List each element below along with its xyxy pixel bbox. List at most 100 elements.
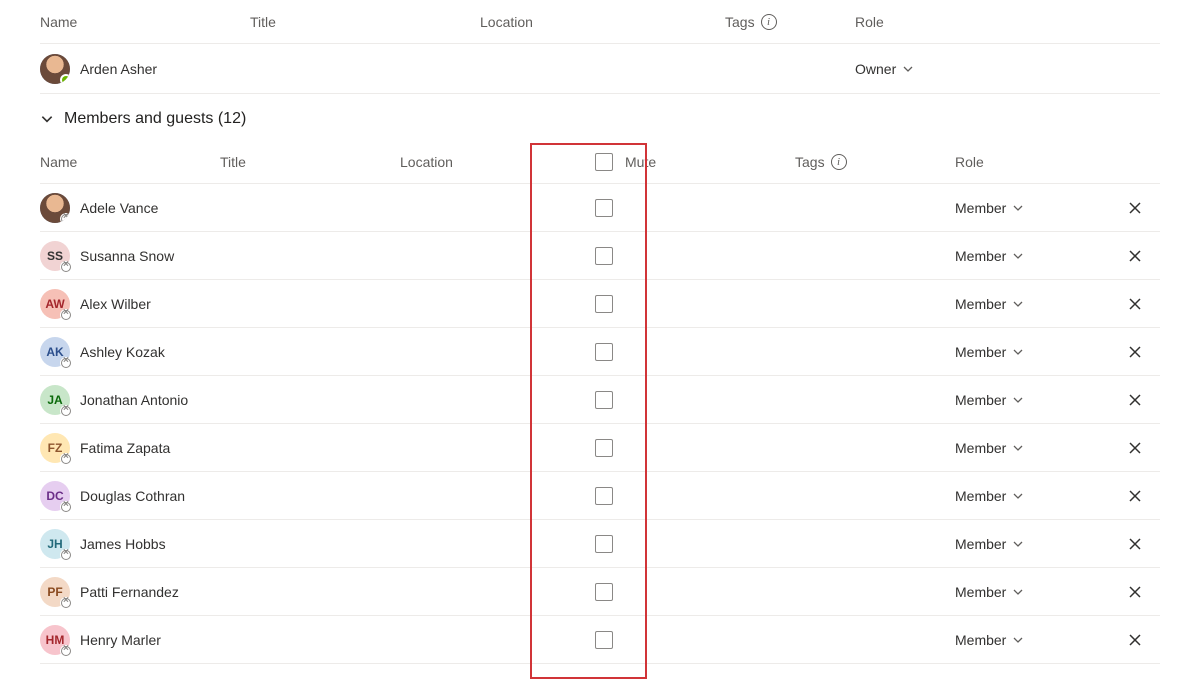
column-header-name[interactable]: Name xyxy=(40,14,250,30)
mute-checkbox[interactable] xyxy=(595,247,613,265)
chevron-down-icon xyxy=(1012,586,1024,598)
column-header-role[interactable]: Role xyxy=(955,154,1115,170)
remove-member-button[interactable] xyxy=(1127,440,1143,456)
role-dropdown[interactable]: Member xyxy=(955,536,1024,552)
role-value: Member xyxy=(955,344,1006,360)
presence-available-icon xyxy=(60,74,70,84)
role-dropdown[interactable]: Member xyxy=(955,248,1024,264)
remove-member-button[interactable] xyxy=(1127,536,1143,552)
role-dropdown[interactable]: Member xyxy=(955,296,1024,312)
info-icon[interactable]: i xyxy=(831,154,847,170)
mute-checkbox[interactable] xyxy=(595,583,613,601)
remove-member-button[interactable] xyxy=(1127,584,1143,600)
table-row: SS Susanna Snow Member xyxy=(40,232,1160,280)
table-row: DCDouglas CothranMember xyxy=(40,472,1160,520)
avatar xyxy=(40,193,70,223)
presence-offline-icon xyxy=(60,405,72,417)
mute-all-checkbox[interactable] xyxy=(595,153,613,171)
role-dropdown[interactable]: Member xyxy=(955,200,1024,216)
table-row: AW Alex Wilber Member xyxy=(40,280,1160,328)
presence-offline-icon xyxy=(60,261,72,273)
remove-member-button[interactable] xyxy=(1127,632,1143,648)
role-value: Member xyxy=(955,392,1006,408)
role-value: Member xyxy=(955,296,1006,312)
remove-member-button[interactable] xyxy=(1127,200,1143,216)
remove-member-button[interactable] xyxy=(1127,488,1143,504)
table-row: HMHenry MarlerMember xyxy=(40,616,1160,664)
mute-checkbox[interactable] xyxy=(595,199,613,217)
column-header-tags[interactable]: Tags i xyxy=(725,14,855,30)
column-header-tags-label: Tags xyxy=(725,14,755,30)
owners-header-row: Name Title Location Tags i Role xyxy=(40,0,1160,44)
chevron-down-icon xyxy=(1012,394,1024,406)
mute-checkbox[interactable] xyxy=(595,295,613,313)
column-header-title[interactable]: Title xyxy=(250,14,480,30)
chevron-down-icon xyxy=(902,63,914,75)
chevron-down-icon xyxy=(1012,202,1024,214)
members-section-label: Members and guests (12) xyxy=(64,110,246,128)
mute-checkbox[interactable] xyxy=(595,343,613,361)
mute-checkbox[interactable] xyxy=(595,439,613,457)
role-dropdown[interactable]: Member xyxy=(955,584,1024,600)
presence-offline-icon xyxy=(60,597,72,609)
role-value: Member xyxy=(955,488,1006,504)
members-header-row: Name Title Location Mute Tags i Role xyxy=(40,140,1160,184)
role-dropdown[interactable]: Member xyxy=(955,344,1024,360)
column-header-title[interactable]: Title xyxy=(220,154,400,170)
avatar: JH xyxy=(40,529,70,559)
role-dropdown[interactable]: Member xyxy=(955,632,1024,648)
presence-offline-icon xyxy=(60,501,72,513)
table-row: Adele Vance Member xyxy=(40,184,1160,232)
member-name: Ashley Kozak xyxy=(80,344,165,360)
avatar: AK xyxy=(40,337,70,367)
owner-row: Arden Asher Owner xyxy=(40,44,1160,94)
column-header-tags[interactable]: Tags i xyxy=(795,154,955,170)
role-dropdown[interactable]: Owner xyxy=(855,61,914,77)
table-row: PFPatti FernandezMember xyxy=(40,568,1160,616)
member-name: Jonathan Antonio xyxy=(80,392,188,408)
mute-checkbox[interactable] xyxy=(595,391,613,409)
members-section-toggle[interactable]: Members and guests (12) xyxy=(40,94,1160,140)
chevron-down-icon xyxy=(1012,346,1024,358)
member-name: Henry Marler xyxy=(80,632,161,648)
role-dropdown[interactable]: Member xyxy=(955,488,1024,504)
role-dropdown[interactable]: Member xyxy=(955,440,1024,456)
column-header-tags-label: Tags xyxy=(795,154,825,170)
presence-offline-icon xyxy=(60,549,72,561)
remove-member-button[interactable] xyxy=(1127,392,1143,408)
avatar: FZ xyxy=(40,433,70,463)
table-row: AK Ashley Kozak Member xyxy=(40,328,1160,376)
table-row: JHJames HobbsMember xyxy=(40,520,1160,568)
member-name: Fatima Zapata xyxy=(80,440,170,456)
presence-offline-icon xyxy=(60,645,72,657)
avatar: SS xyxy=(40,241,70,271)
owner-name: Arden Asher xyxy=(80,61,157,77)
remove-member-button[interactable] xyxy=(1127,248,1143,264)
mute-checkbox[interactable] xyxy=(595,487,613,505)
remove-member-button[interactable] xyxy=(1127,344,1143,360)
member-name: Alex Wilber xyxy=(80,296,151,312)
table-row: JA Jonathan Antonio Member xyxy=(40,376,1160,424)
member-name: Adele Vance xyxy=(80,200,158,216)
presence-offline-icon xyxy=(60,453,72,465)
role-value: Member xyxy=(955,200,1006,216)
chevron-down-icon xyxy=(1012,298,1024,310)
avatar: JA xyxy=(40,385,70,415)
role-value: Member xyxy=(955,632,1006,648)
info-icon[interactable]: i xyxy=(761,14,777,30)
mute-checkbox[interactable] xyxy=(595,631,613,649)
table-row: FZ Fatima Zapata Member xyxy=(40,424,1160,472)
remove-member-button[interactable] xyxy=(1127,296,1143,312)
column-header-location[interactable]: Location xyxy=(480,14,725,30)
mute-checkbox[interactable] xyxy=(595,535,613,553)
column-header-name[interactable]: Name xyxy=(40,154,220,170)
role-value: Owner xyxy=(855,61,896,77)
avatar: AW xyxy=(40,289,70,319)
chevron-down-icon xyxy=(1012,634,1024,646)
column-header-mute-label: Mute xyxy=(625,154,656,170)
member-name: Susanna Snow xyxy=(80,248,174,264)
column-header-location[interactable]: Location xyxy=(400,154,575,170)
column-header-mute[interactable]: Mute xyxy=(575,153,795,171)
role-dropdown[interactable]: Member xyxy=(955,392,1024,408)
column-header-role[interactable]: Role xyxy=(855,14,1020,30)
